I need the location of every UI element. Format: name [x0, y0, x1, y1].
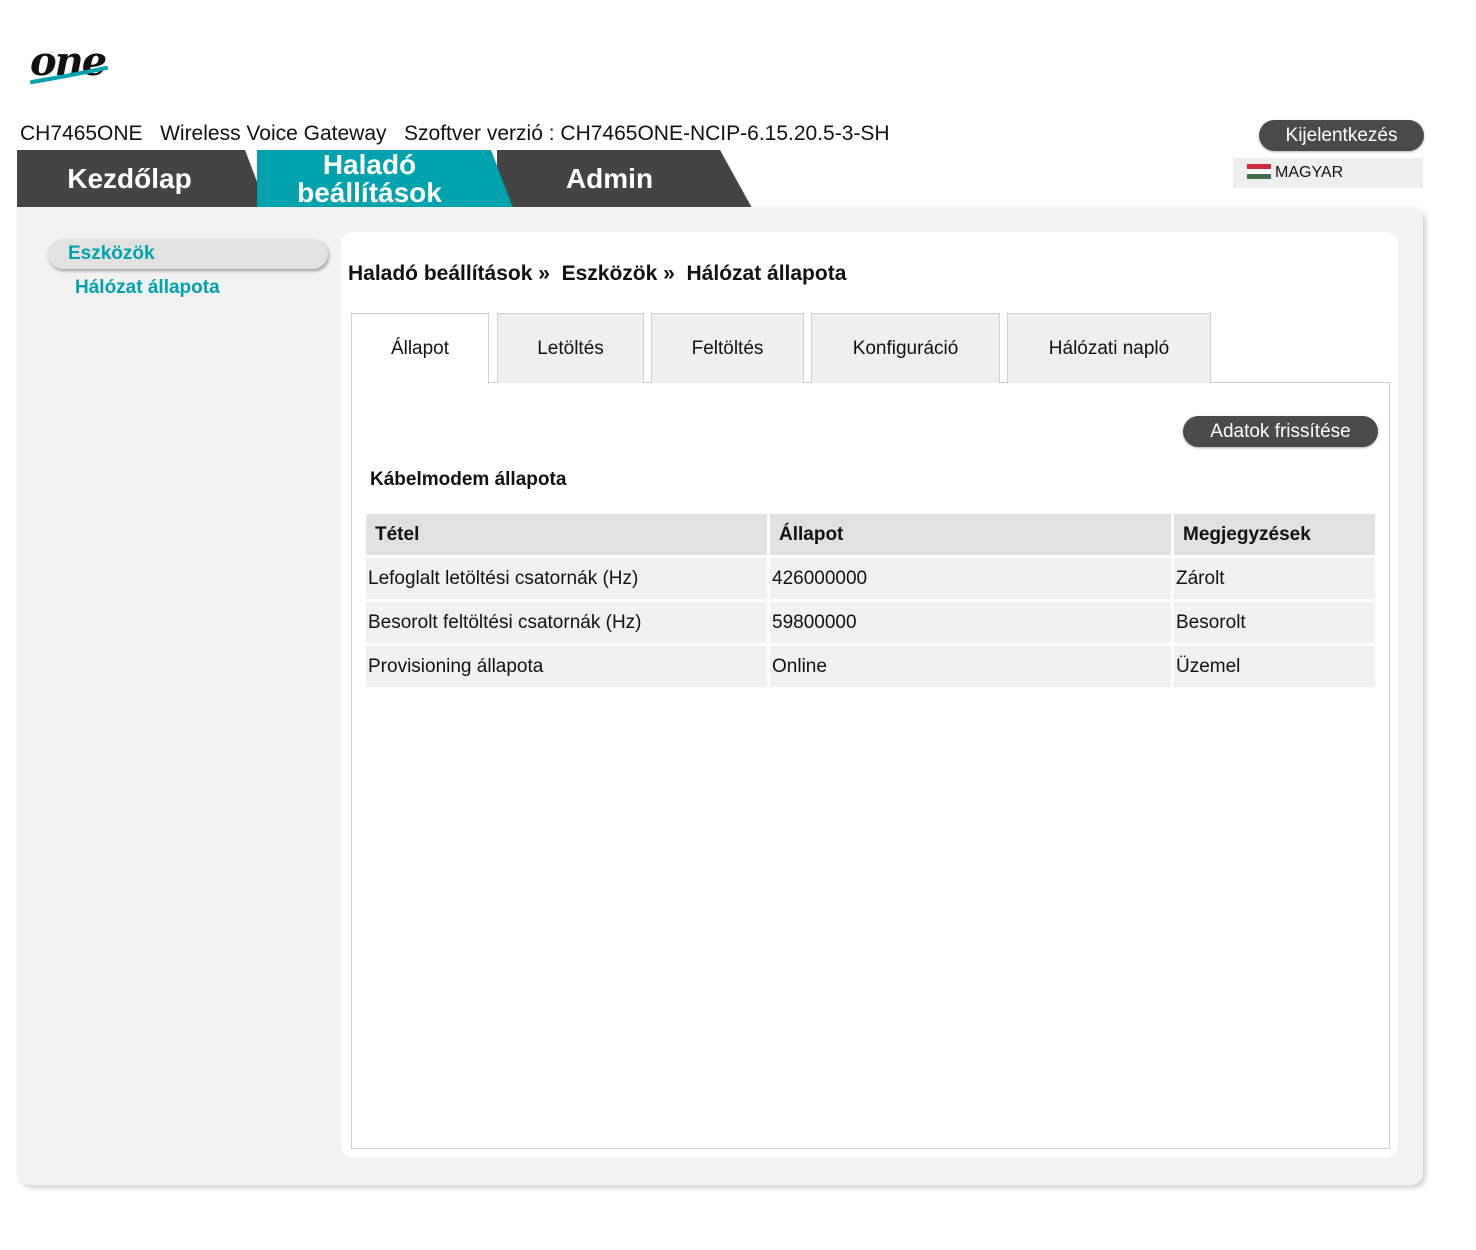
tab-panel — [351, 382, 1390, 1149]
table-cell: Üzemel — [1174, 646, 1375, 687]
device-info: CH7465ONE Wireless Voice Gateway Szoftve… — [20, 122, 890, 146]
status-table: Tétel Állapot Megjegyzések Lefoglalt let… — [363, 511, 1378, 690]
tab-download[interactable]: Letöltés — [497, 313, 644, 383]
main-tab-admin[interactable]: Admin — [497, 150, 752, 208]
sidebar-item-network-status[interactable]: Hálózat állapota — [75, 277, 220, 299]
refresh-button[interactable]: Adatok frissítése — [1183, 416, 1378, 447]
tab-status[interactable]: Állapot — [351, 313, 489, 384]
model-name: CH7465ONE — [20, 122, 143, 145]
tab-configuration[interactable]: Konfiguráció — [811, 313, 1000, 383]
tab-network-log[interactable]: Hálózati napló — [1007, 313, 1211, 383]
firmware-version: CH7465ONE-NCIP-6.15.20.5-3-SH — [560, 122, 890, 145]
table-row: Provisioning állapota Online Üzemel — [366, 646, 1375, 687]
main-tab-home-label: Kezdőlap — [67, 163, 192, 194]
breadcrumb-separator: » — [663, 262, 675, 285]
table-cell: 59800000 — [770, 602, 1171, 643]
hungary-flag-icon — [1247, 164, 1271, 179]
logo-swoosh-icon — [30, 66, 108, 84]
main-tab-advanced[interactable]: Haladó beállítások — [257, 150, 513, 208]
breadcrumb: Haladó beállítások » Eszközök » Hálózat … — [348, 262, 846, 286]
table-row: Besorolt feltöltési csatornák (Hz) 59800… — [366, 602, 1375, 643]
table-cell: Provisioning állapota — [366, 646, 767, 687]
language-label: MAGYAR — [1275, 164, 1344, 181]
logout-button[interactable]: Kijelentkezés — [1259, 120, 1424, 151]
main-tab-advanced-label: Haladó beállítások — [297, 149, 442, 208]
table-cell: Besorolt feltöltési csatornák (Hz) — [366, 602, 767, 643]
table-row: Lefoglalt letöltési csatornák (Hz) 42600… — [366, 558, 1375, 599]
brand-logo: one — [28, 38, 112, 90]
column-header-status: Állapot — [770, 514, 1171, 555]
table-cell: Besorolt — [1174, 602, 1375, 643]
product-name: Wireless Voice Gateway — [160, 122, 387, 145]
breadcrumb-level2: Eszközök — [561, 262, 658, 285]
firmware-label: Szoftver verzió : — [404, 122, 555, 145]
table-cell: 426000000 — [770, 558, 1171, 599]
breadcrumb-level3: Hálózat állapota — [686, 262, 847, 285]
language-selector[interactable]: MAGYAR — [1233, 158, 1423, 188]
sidebar-section-tools[interactable]: Eszközök — [48, 239, 328, 269]
main-tab-home[interactable]: Kezdőlap — [17, 150, 267, 208]
table-cell: Lefoglalt letöltési csatornák (Hz) — [366, 558, 767, 599]
main-tab-admin-label: Admin — [565, 163, 654, 194]
table-header-row: Tétel Állapot Megjegyzések — [366, 514, 1375, 555]
breadcrumb-separator: » — [538, 262, 550, 285]
column-header-item: Tétel — [366, 514, 767, 555]
table-cell: Online — [770, 646, 1171, 687]
table-cell: Zárolt — [1174, 558, 1375, 599]
breadcrumb-level1: Haladó beállítások — [348, 262, 533, 285]
tab-upload[interactable]: Feltöltés — [651, 313, 804, 383]
column-header-notes: Megjegyzések — [1174, 514, 1375, 555]
section-title: Kábelmodem állapota — [370, 469, 567, 490]
